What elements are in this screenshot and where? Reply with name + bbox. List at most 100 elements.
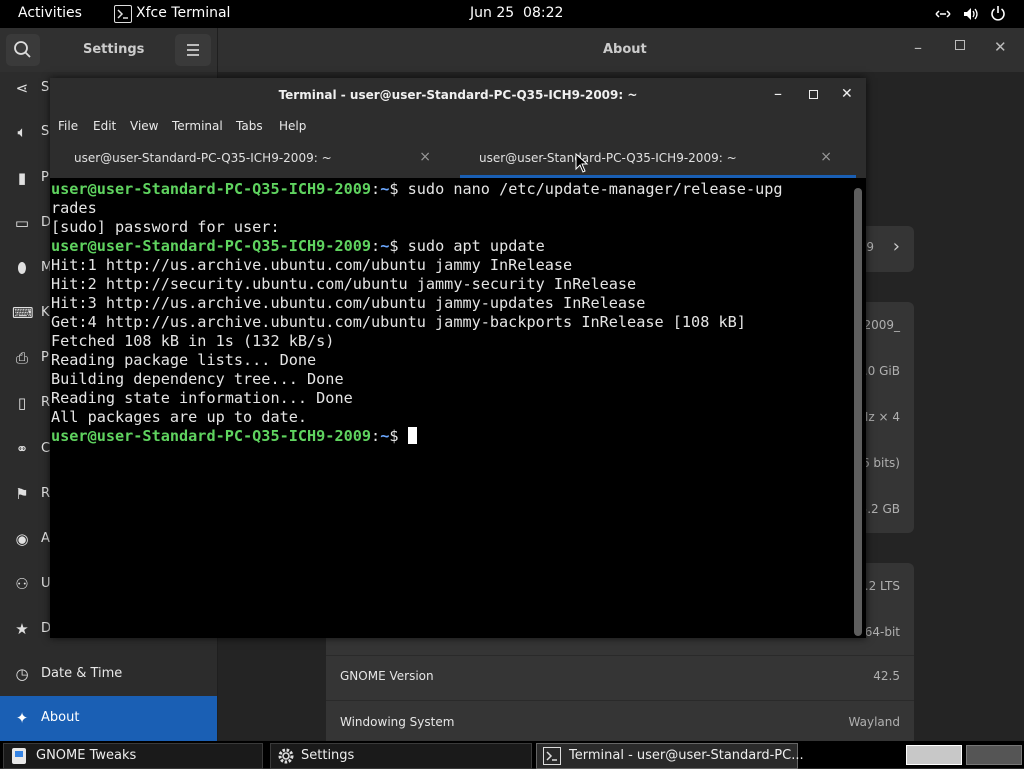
windowing-system-label: Windowing System [340,715,455,729]
sidebar-item-label: Date & Time [41,666,123,681]
clock-icon: ◷ [15,665,29,683]
sidebar-item-label: S [41,80,50,95]
tab-close-icon[interactable]: × [419,149,431,165]
settings-title: Settings [83,42,145,57]
prompt-dollar: $ [389,180,408,198]
workspace-1[interactable] [906,745,962,765]
taskbar-item-terminal[interactable]: Terminal - user@user-Standard-PC... [536,743,804,769]
terminal-line: user@user-Standard-PC-Q35-ICH9-2009:~$ [51,427,417,446]
header-divider [217,28,218,72]
prompt-dollar: $ [389,427,408,445]
menu-help[interactable]: Help [279,119,306,133]
gnome-tweaks-icon [10,747,28,765]
command-text: sudo apt update [407,237,545,255]
menu-edit[interactable]: Edit [93,119,116,133]
taskbar-item-label: Terminal - user@user-Standard-PC... [569,748,804,763]
text-cursor [407,427,417,444]
maximize-icon[interactable] [955,40,965,50]
sound-icon: 🔈︎ [17,123,27,141]
terminal-tabbar: user@user-Standard-PC-Q35-ICH9-2009: ~ ×… [50,138,866,178]
device-name-value: 9 [866,240,874,254]
maximize-icon[interactable] [809,90,818,99]
display-icon: ▭ [14,214,30,232]
sidebar-item-label: R [41,486,51,501]
network-icon[interactable] [934,6,952,26]
search-button[interactable] [6,34,40,66]
share-icon: ⋖ [15,79,29,97]
users-icon: ⚇ [15,575,29,593]
menu-terminal[interactable]: Terminal [172,119,223,133]
terminal-line: All packages are up to date. [51,408,308,426]
windowing-system-value: Wayland [848,715,900,729]
tab-1[interactable]: user@user-Standard-PC-Q35-ICH9-2009: ~ × [50,138,455,178]
terminal-scrollbar[interactable] [854,188,862,636]
sidebar-item-label: About [41,710,80,725]
menu-file[interactable]: File [58,119,78,133]
row-divider [326,700,914,701]
taskbar-item-settings[interactable]: Settings [270,743,532,769]
region-icon: ⚑ [15,485,29,503]
minimize-icon[interactable]: – [914,38,922,57]
terminal-line: user@user-Standard-PC-Q35-ICH9-2009:~$ s… [51,237,545,256]
sidebar-item-about[interactable]: ✦ About [0,696,217,741]
terminal-line: Get:4 http://us.archive.ubuntu.com/ubunt… [51,313,746,331]
sidebar-item-label: K [41,305,50,320]
mouse-icon: ⬮ [17,259,27,277]
os-type-value: 64-bit [864,625,900,639]
prompt-separator: : [371,237,381,255]
hardware-model-value: 2009_ [863,318,900,332]
app-menu-label[interactable]: Xfce Terminal [136,5,230,21]
printer-icon: ⎙ [15,349,28,367]
mouse-pointer-icon [575,152,589,177]
terminal-line: rades [51,199,97,217]
prompt-separator: : [371,427,381,445]
minimize-icon[interactable]: – [774,84,782,103]
prompt-user: user@user-Standard-PC-Q35-ICH9-2009 [51,427,372,445]
terminal-window-title: Terminal - user@user-Standard-PC-Q35-ICH… [278,88,638,102]
terminal-line: Reading package lists... Done [51,351,317,369]
prompt-separator: : [371,180,381,198]
close-icon[interactable]: ✕ [841,86,853,102]
power-icon[interactable] [990,5,1006,25]
menu-tabs[interactable]: Tabs [236,119,263,133]
taskbar-item-gnome-tweaks[interactable]: GNOME Tweaks [3,743,263,769]
memory-value: .0 GiB [863,364,900,378]
terminal-output[interactable]: user@user-Standard-PC-Q35-ICH9-2009:~$ s… [50,178,854,638]
tab-label: user@user-Standard-PC-Q35-ICH9-2009: ~ [74,151,332,165]
removable-media-icon: ▯ [17,394,27,412]
tab-label: user@user-Standard-PC-Q35-ICH9-2009: ~ [479,151,737,165]
tab-2[interactable]: user@user-Standard-PC-Q35-ICH9-2009: ~ × [460,138,856,178]
power-icon: ▮ [17,169,27,187]
hamburger-menu-button[interactable] [175,34,211,66]
os-name-value: .2 LTS [864,579,900,593]
terminal-line: user@user-Standard-PC-Q35-ICH9-2009:~$ s… [51,180,783,199]
prompt-dollar: $ [389,237,408,255]
sidebar-item-date-time[interactable]: ◷ Date & Time [0,652,217,696]
workspace-2[interactable] [966,745,1022,765]
sidebar-item-label: C [41,441,51,456]
terminal-app-icon [543,747,561,765]
default-apps-icon: ★ [15,620,29,638]
keyboard-icon: ⌨︎ [12,304,34,322]
close-icon[interactable]: ✕ [994,38,1007,56]
graphics-value: 6 bits) [861,456,900,470]
menu-view[interactable]: View [130,119,158,133]
color-icon: ⚭ [15,440,29,458]
clock[interactable]: Jun 25 08:22 [470,5,563,21]
terminal-app-icon [114,5,132,23]
row-divider [326,655,914,656]
activities-button[interactable]: Activities [18,5,82,21]
chevron-right-icon: › [892,236,900,257]
terminal-line: Reading state information... Done [51,389,353,407]
prompt-user: user@user-Standard-PC-Q35-ICH9-2009 [51,180,372,198]
terminal-menubar: File Edit View Terminal Tabs Help [50,114,866,138]
panel-title: About [603,42,647,57]
accessibility-icon: ◉ [15,530,29,548]
terminal-line: [sudo] password for user: [51,218,280,236]
sparkle-icon: ✦ [15,709,29,727]
volume-icon[interactable] [962,6,980,26]
command-text: sudo nano /etc/update-manager/release-up… [407,180,783,198]
terminal-titlebar[interactable]: Terminal - user@user-Standard-PC-Q35-ICH… [50,78,866,114]
taskbar-item-label: Settings [301,748,355,763]
tab-close-icon[interactable]: × [820,149,832,165]
